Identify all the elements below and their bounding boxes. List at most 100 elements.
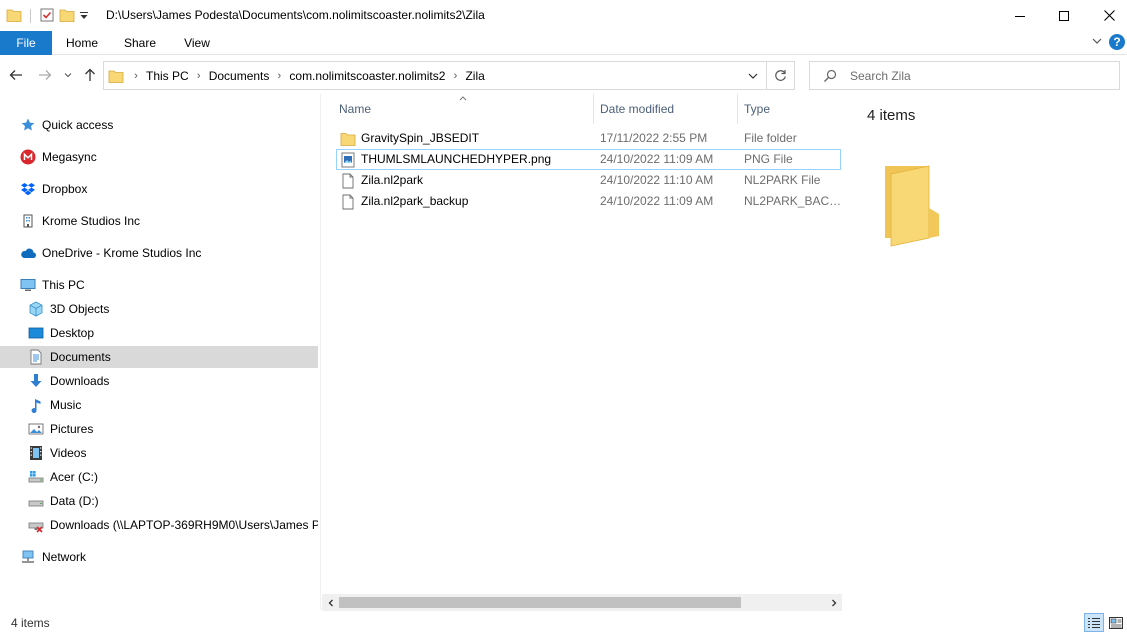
drive-icon xyxy=(28,493,44,509)
details-view-icon xyxy=(1088,617,1100,628)
breadcrumb-separator-icon[interactable]: › xyxy=(447,70,463,82)
column-divider[interactable] xyxy=(593,94,594,124)
sidebar-item-megasync[interactable]: Megasync xyxy=(0,146,318,168)
sidebar-item-label: Data (D:) xyxy=(50,494,99,508)
sidebar-item-krome-studios[interactable]: Krome Studios Inc xyxy=(0,210,318,232)
close-button[interactable] xyxy=(1086,0,1127,31)
breadcrumb-separator-icon[interactable]: › xyxy=(271,70,287,82)
sidebar-item-music[interactable]: Music xyxy=(0,394,318,416)
sidebar-item-downloads[interactable]: Downloads xyxy=(0,370,318,392)
sidebar-item-desktop[interactable]: Desktop xyxy=(0,322,318,344)
file-icon xyxy=(340,173,356,189)
file-list: Name Date modified Type GravitySpin_JBSE… xyxy=(322,94,842,610)
sidebar-item-dropbox[interactable]: Dropbox xyxy=(0,178,318,200)
folder-icon[interactable] xyxy=(6,7,22,26)
file-row[interactable]: THUMLSMLAUNCHEDHYPER.png 24/10/2022 11:0… xyxy=(336,149,841,170)
title-bar: D:\Users\James Podesta\Documents\com.nol… xyxy=(0,0,1127,31)
file-date: 24/10/2022 11:09 AM xyxy=(600,152,714,166)
sidebar-item-pictures[interactable]: Pictures xyxy=(0,418,318,440)
column-header-type[interactable]: Type xyxy=(744,94,839,124)
column-divider[interactable] xyxy=(737,94,738,124)
scrollbar-thumb[interactable] xyxy=(339,597,741,608)
details-view-button[interactable] xyxy=(1084,613,1104,632)
refresh-button[interactable] xyxy=(766,62,794,89)
quick-access-toolbar xyxy=(6,6,89,26)
pane-splitter[interactable] xyxy=(320,94,321,610)
image-file-icon xyxy=(340,152,356,168)
chevron-down-icon xyxy=(748,73,758,79)
scroll-left-button[interactable] xyxy=(322,594,339,611)
file-row[interactable]: Zila.nl2park_backup 24/10/2022 11:09 AM … xyxy=(336,191,842,212)
search-box[interactable] xyxy=(809,61,1120,90)
sidebar-item-label: This PC xyxy=(42,278,85,292)
maximize-button[interactable] xyxy=(1041,0,1087,31)
sidebar-item-3d-objects[interactable]: 3D Objects xyxy=(0,298,318,320)
maximize-icon xyxy=(1059,10,1069,21)
horizontal-scrollbar[interactable] xyxy=(322,594,842,611)
customize-toolbar-dropdown-icon[interactable] xyxy=(79,7,89,26)
breadcrumb-this-pc[interactable]: This PC xyxy=(144,69,191,83)
column-header-date-modified[interactable]: Date modified xyxy=(600,94,735,124)
sidebar-item-label: OneDrive - Krome Studios Inc xyxy=(42,246,202,260)
arrow-up-icon xyxy=(85,68,95,81)
breadcrumb-documents[interactable]: Documents xyxy=(207,69,272,83)
help-button[interactable]: ? xyxy=(1109,34,1125,50)
breadcrumb: › This PC › Documents › com.nolimitscoas… xyxy=(108,62,487,89)
sidebar-item-label: Downloads (\\LAPTOP-369RH9M0\Users\James… xyxy=(50,518,318,532)
address-history-button[interactable] xyxy=(742,62,764,89)
file-name-cell: GravitySpin_JBSEDIT xyxy=(340,128,594,149)
sidebar-item-data-d[interactable]: Data (D:) xyxy=(0,490,318,512)
properties-icon[interactable] xyxy=(39,7,55,26)
network-icon xyxy=(20,549,36,565)
sidebar-item-quick-access[interactable]: Quick access xyxy=(0,114,318,136)
tab-home[interactable]: Home xyxy=(56,31,108,55)
cube-icon xyxy=(28,301,44,317)
navigation-pane: Quick access Megasync Dropbox Krome Stud… xyxy=(0,94,320,610)
tab-share[interactable]: Share xyxy=(114,31,166,55)
search-input[interactable] xyxy=(850,67,1110,85)
sidebar-item-network[interactable]: Network xyxy=(0,546,318,568)
navigation-bar: › This PC › Documents › com.nolimitscoas… xyxy=(0,56,1127,94)
breadcrumb-nolimits2[interactable]: com.nolimitscoaster.nolimits2 xyxy=(287,69,447,83)
file-row[interactable]: GravitySpin_JBSEDIT 17/11/2022 2:55 PM F… xyxy=(336,128,841,149)
large-icons-view-button[interactable] xyxy=(1106,613,1126,632)
minimize-button[interactable] xyxy=(997,0,1043,31)
sidebar-item-acer-c[interactable]: Acer (C:) xyxy=(0,466,318,488)
tab-view[interactable]: View xyxy=(171,31,223,55)
sidebar-item-label: Dropbox xyxy=(42,182,88,196)
sidebar-item-network-downloads[interactable]: Downloads (\\LAPTOP-369RH9M0\Users\James… xyxy=(0,514,318,536)
computer-icon xyxy=(20,277,36,293)
address-bar[interactable]: › This PC › Documents › com.nolimitscoas… xyxy=(103,61,795,90)
file-row[interactable]: Zila.nl2park 24/10/2022 11:10 AM NL2PARK… xyxy=(336,170,841,191)
sidebar-item-videos[interactable]: Videos xyxy=(0,442,318,464)
document-icon xyxy=(28,349,44,365)
scroll-right-button[interactable] xyxy=(825,594,842,611)
sidebar-item-label: Pictures xyxy=(50,422,94,436)
sidebar-item-this-pc[interactable]: This PC xyxy=(0,274,318,296)
file-type: NL2PARK File xyxy=(744,173,821,187)
file-date: 24/10/2022 11:09 AM xyxy=(600,194,714,208)
minimize-icon xyxy=(1015,15,1025,17)
folder-preview-icon xyxy=(885,165,939,247)
sidebar-item-documents[interactable]: Documents xyxy=(0,346,318,368)
large-icons-view-icon xyxy=(1109,616,1123,629)
file-name: GravitySpin_JBSEDIT xyxy=(361,131,480,145)
breadcrumb-zila[interactable]: Zila xyxy=(463,69,486,83)
folder-icon xyxy=(108,68,124,84)
new-folder-icon[interactable] xyxy=(59,7,75,26)
back-button[interactable] xyxy=(8,67,24,83)
download-arrow-icon xyxy=(28,373,44,389)
sidebar-item-label: Megasync xyxy=(42,150,97,164)
forward-button[interactable] xyxy=(37,67,53,83)
ribbon-controls: ? xyxy=(1091,34,1127,50)
breadcrumb-separator-icon[interactable]: › xyxy=(191,70,207,82)
tab-file[interactable]: File xyxy=(0,31,52,55)
recent-locations-button[interactable] xyxy=(61,67,75,83)
sidebar-item-label: Network xyxy=(42,550,87,564)
up-button[interactable] xyxy=(82,67,98,83)
expand-ribbon-icon[interactable] xyxy=(1091,35,1103,50)
column-header-name[interactable]: Name xyxy=(339,94,589,124)
sidebar-item-onedrive[interactable]: OneDrive - Krome Studios Inc xyxy=(0,242,318,264)
breadcrumb-separator-icon[interactable]: › xyxy=(128,70,144,82)
status-item-count: 4 items xyxy=(11,616,50,630)
